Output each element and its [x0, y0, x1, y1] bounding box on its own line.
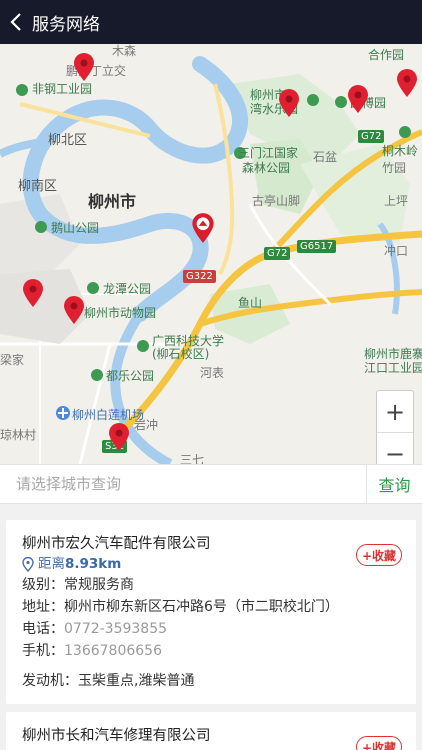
map-label: 木森 — [112, 44, 137, 58]
level-label: 级别： — [22, 577, 64, 593]
zoom-out-button[interactable]: − — [377, 433, 413, 464]
location-pin-icon[interactable] — [396, 68, 418, 98]
page-title: 服务网络 — [32, 14, 100, 35]
zoom-in-button[interactable]: + — [377, 391, 413, 433]
location-pin-icon[interactable] — [73, 52, 95, 82]
map-label: 三门江国家 — [238, 146, 299, 160]
app-header: 服务网络 — [0, 0, 422, 44]
map-label: 江口工业园 — [364, 361, 422, 375]
map-label: 森林公园 — [242, 161, 291, 175]
map-label: 柳州市动物园 — [84, 306, 157, 320]
map-label: 柳南区 — [18, 179, 58, 194]
map-label: 河表 — [200, 366, 225, 380]
dealer-address-row: 地址： 柳州市柳东新区石冲路6号（市二职校北门） — [22, 597, 400, 617]
location-pin-icon[interactable] — [22, 278, 44, 308]
map-label: 上坪 — [384, 194, 409, 208]
map-label: 广西科技大学 — [152, 334, 225, 348]
dealer-mobile-row: 手机：13667806656 — [22, 641, 400, 661]
location-marker-icon — [22, 556, 34, 572]
city-search-input[interactable] — [0, 465, 366, 503]
dealer-phone-row: 电话：0772-3593855 — [22, 619, 400, 639]
map-label: 三七 — [180, 453, 205, 464]
dealer-engine-row: 发动机：玉柴重点,潍柴普通 — [22, 671, 400, 691]
phone-value[interactable]: 0772-3593855 — [64, 621, 167, 637]
map-label: 柳州市鹿寨 — [364, 347, 422, 361]
map-label: 竹园 — [382, 161, 407, 175]
favorite-button[interactable]: +收藏 — [356, 736, 402, 750]
dealer-distance: 距离 8.93km — [22, 555, 400, 573]
location-pin-icon[interactable] — [63, 295, 85, 325]
location-pin-icon[interactable] — [108, 422, 130, 452]
dealer-card[interactable]: 柳州市宏久汽车配件有限公司 距离 8.93km 级别：常规服务商 地址： 柳州市柳东… — [6, 520, 416, 704]
mobile-value[interactable]: 13667806656 — [64, 643, 162, 659]
engine-label: 发动机： — [22, 673, 78, 689]
dealer-level-row: 级别：常规服务商 — [22, 575, 400, 595]
dealer-card[interactable]: 柳州市长和汽车修理有限公司 +收藏 — [6, 712, 416, 750]
city-search-bar: 查询 — [0, 464, 422, 504]
map-label: 龙潭公园 — [103, 282, 152, 296]
map-label: 柳北区 — [48, 133, 88, 148]
map-label: 鱼山 — [238, 296, 263, 310]
chevron-left-icon — [10, 13, 21, 31]
address-value: 柳州市柳东新区石冲路6号（市二职校北门） — [64, 599, 339, 615]
location-pin-icon[interactable] — [347, 84, 369, 114]
address-label: 地址： — [22, 599, 64, 615]
dealer-name: 柳州市长和汽车修理有限公司 — [22, 728, 211, 744]
map-label: (柳石校区) — [152, 347, 210, 361]
road-badge: G6517 — [297, 240, 337, 253]
favorite-button[interactable]: +收藏 — [356, 544, 402, 566]
location-pin-icon[interactable] — [278, 88, 300, 118]
map-label: 桐木岭 — [382, 144, 419, 158]
map-label: 古亭山脚 — [252, 194, 301, 208]
map-label: 冲口 — [384, 244, 409, 258]
dealer-name: 柳州市宏久汽车配件有限公司 — [22, 536, 211, 552]
road-badge: G72 — [358, 130, 385, 143]
distance-prefix: 距离 — [38, 556, 65, 572]
zoom-control: + − — [376, 390, 414, 464]
map-view[interactable]: 木森 鹏刀丁立交 非钢工业园 柳北区 柳南区 柳州市 鹅山公园 龙潭公园 柳州市… — [0, 44, 422, 464]
road-badge: G72 — [264, 247, 291, 260]
map-label: 合作园 — [368, 48, 405, 62]
distance-value: 8.93km — [65, 556, 122, 572]
engine-value: 玉柴重点,潍柴普通 — [78, 673, 195, 689]
map-label: 柳州市 — [88, 192, 137, 211]
mobile-label: 手机： — [22, 643, 64, 659]
back-button[interactable] — [0, 0, 32, 44]
map-label: 非钢工业园 — [32, 82, 93, 96]
road-badge: G322 — [183, 270, 216, 283]
map-label: 梁家 — [0, 353, 25, 367]
map-label: 鹅山公园 — [51, 221, 100, 235]
map-label: 石盆 — [313, 150, 338, 164]
level-value: 常规服务商 — [64, 577, 134, 593]
phone-label: 电话： — [22, 621, 64, 637]
map-label: 都乐公园 — [106, 369, 155, 383]
current-location-pin-icon[interactable] — [191, 212, 215, 244]
search-button[interactable]: 查询 — [366, 465, 422, 503]
map-label: 岩冲 — [134, 418, 159, 432]
map-label: 琼林村 — [0, 428, 37, 442]
